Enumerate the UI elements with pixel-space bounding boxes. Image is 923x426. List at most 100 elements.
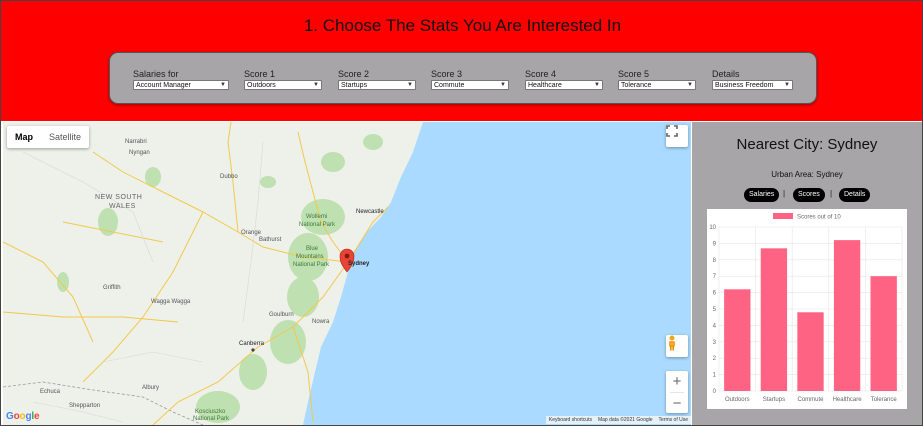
place-label: Albury [142, 385, 160, 391]
scores-chart-svg: Scores out of 10 0 1 2 3 4 5 6 7 8 9 10 Outdoors Star… [709, 213, 903, 403]
score3-select[interactable]: Commute ▼ [431, 80, 509, 90]
chevron-down-icon: ▼ [313, 81, 319, 88]
score2-select[interactable]: Startups ▼ [338, 80, 416, 90]
bar [833, 240, 861, 391]
page-title: 1. Choose The Stats You Are Interested I… [303, 16, 622, 35]
score1-select[interactable]: Outdoors ▼ [244, 80, 322, 90]
y-tick-label: 10 [709, 225, 716, 231]
place-label: Dubbo [220, 174, 238, 180]
bar [870, 276, 897, 391]
region-label: WALES [109, 203, 136, 210]
map-type-satellite[interactable]: Satellite [41, 126, 89, 148]
details-label: Details [712, 69, 740, 79]
bar [724, 289, 751, 391]
zoom-in-button[interactable]: + [666, 371, 688, 392]
zoom-out-button[interactable]: − [666, 393, 688, 414]
y-tick-label: 8 [713, 258, 717, 264]
keyboard-shortcuts-link[interactable]: Keyboard shortcuts [546, 416, 595, 424]
y-tick-label: 7 [713, 274, 717, 280]
place-label: Narrabri [125, 139, 147, 145]
fullscreen-button[interactable] [666, 125, 688, 147]
place-label: Echuca [40, 389, 61, 395]
map-attribution: Keyboard shortcuts Map data ©2021 Google… [545, 416, 691, 424]
place-label: Nowra [312, 319, 330, 325]
chevron-down-icon: ▼ [407, 81, 413, 88]
score4-field: Score 4 Healthcare ▼ [525, 69, 603, 90]
x-tick-label: Outdoors [725, 397, 750, 403]
bar [797, 312, 824, 391]
map-type-map[interactable]: Map [7, 126, 41, 148]
score5-select[interactable]: Tolerance ▼ [618, 80, 696, 90]
legend-label: Scores out of 10 [797, 215, 841, 221]
stats-selector-panel: Salaries for Account Manager ▼ Score 1 Ou… [109, 52, 817, 104]
salaries-field: Salaries for Account Manager ▼ [133, 69, 229, 90]
details-field: Details Business Freedom ▼ [712, 69, 793, 90]
score2-label: Score 2 [338, 69, 370, 79]
score3-field: Score 3 Commute ▼ [431, 69, 509, 90]
score1-field: Score 1 Outdoors ▼ [244, 69, 322, 90]
salaries-button[interactable]: Salaries [744, 188, 780, 202]
scores-button[interactable]: Scores [793, 188, 825, 202]
urban-area-label: Urban Area: Sydney [771, 170, 843, 179]
chevron-down-icon: ▼ [687, 81, 693, 88]
x-tick-label: Healthcare [833, 397, 863, 403]
fullscreen-icon [666, 125, 678, 137]
y-tick-label: 0 [713, 389, 717, 395]
park-label: National Park [193, 416, 230, 422]
chevron-down-icon: ▼ [500, 81, 506, 88]
park-label: Blue [306, 246, 319, 252]
x-tick-label: Commute [797, 397, 824, 403]
legend-swatch [773, 213, 793, 219]
nearest-city-title: Nearest City: Sydney [736, 136, 878, 153]
y-tick-label: 1 [713, 373, 717, 379]
score5-field: Score 5 Tolerance ▼ [618, 69, 696, 90]
street-view-button[interactable] [666, 335, 688, 357]
x-tick-label: Startups [763, 397, 785, 403]
park-label: National Park [293, 262, 330, 268]
score2-field: Score 2 Startups ▼ [338, 69, 416, 90]
scores-chart: Scores out of 10 0 1 2 3 4 5 6 7 8 9 10 Outdoors Star… [707, 209, 907, 409]
city-panel: Nearest City: Sydney Urban Area: Sydney … [692, 122, 922, 425]
map-view[interactable]: NEW SOUTH WALES Dubbo Orange Bathurst Ne… [3, 122, 691, 425]
salaries-label: Salaries for [133, 69, 179, 79]
chevron-down-icon: ▼ [220, 81, 226, 88]
place-label: Griffith [103, 285, 121, 291]
place-label: Sydney [348, 261, 370, 267]
app-frame: 1. Choose The Stats You Are Interested I… [0, 0, 923, 426]
park-label: National Park [299, 222, 336, 228]
y-tick-label: 5 [713, 307, 717, 313]
details-button[interactable]: Details [839, 188, 871, 202]
y-tick-label: 9 [713, 241, 717, 247]
bar [760, 248, 788, 391]
park-label: Wollemi [306, 214, 328, 220]
separator: | [830, 189, 833, 198]
place-label: Wagga Wagga [151, 299, 191, 305]
map-canvas [3, 122, 691, 425]
y-tick-label: 6 [713, 291, 717, 297]
y-tick-label: 3 [713, 340, 717, 346]
place-label: Newcastle [356, 209, 384, 215]
score3-label: Score 3 [431, 69, 463, 79]
terms-link[interactable]: Terms of Use [656, 416, 691, 424]
details-select[interactable]: Business Freedom ▼ [712, 80, 793, 90]
score1-label: Score 1 [244, 69, 276, 79]
score4-select[interactable]: Healthcare ▼ [525, 80, 603, 90]
park-label: Mountains [296, 254, 324, 260]
park-label: Kosciuszko [195, 409, 226, 415]
separator: | [783, 189, 786, 198]
score5-label: Score 5 [618, 69, 650, 79]
pegman-icon [669, 335, 675, 351]
map-type-control: Map Satellite [7, 126, 90, 148]
y-tick-label: 4 [713, 323, 717, 329]
ocean [303, 122, 691, 425]
score4-label: Score 4 [525, 69, 557, 79]
google-logo: Google [6, 411, 40, 422]
stats-header: 1. Choose The Stats You Are Interested I… [1, 1, 922, 121]
chevron-down-icon: ▼ [784, 81, 790, 88]
salaries-select[interactable]: Account Manager ▼ [133, 80, 229, 90]
map-data-text: Map data ©2021 Google [597, 417, 653, 423]
x-tick-label: Tolerance [871, 397, 898, 403]
place-label: Shepparton [69, 403, 101, 409]
zoom-control: + − [666, 371, 688, 413]
y-tick-label: 2 [713, 356, 717, 362]
